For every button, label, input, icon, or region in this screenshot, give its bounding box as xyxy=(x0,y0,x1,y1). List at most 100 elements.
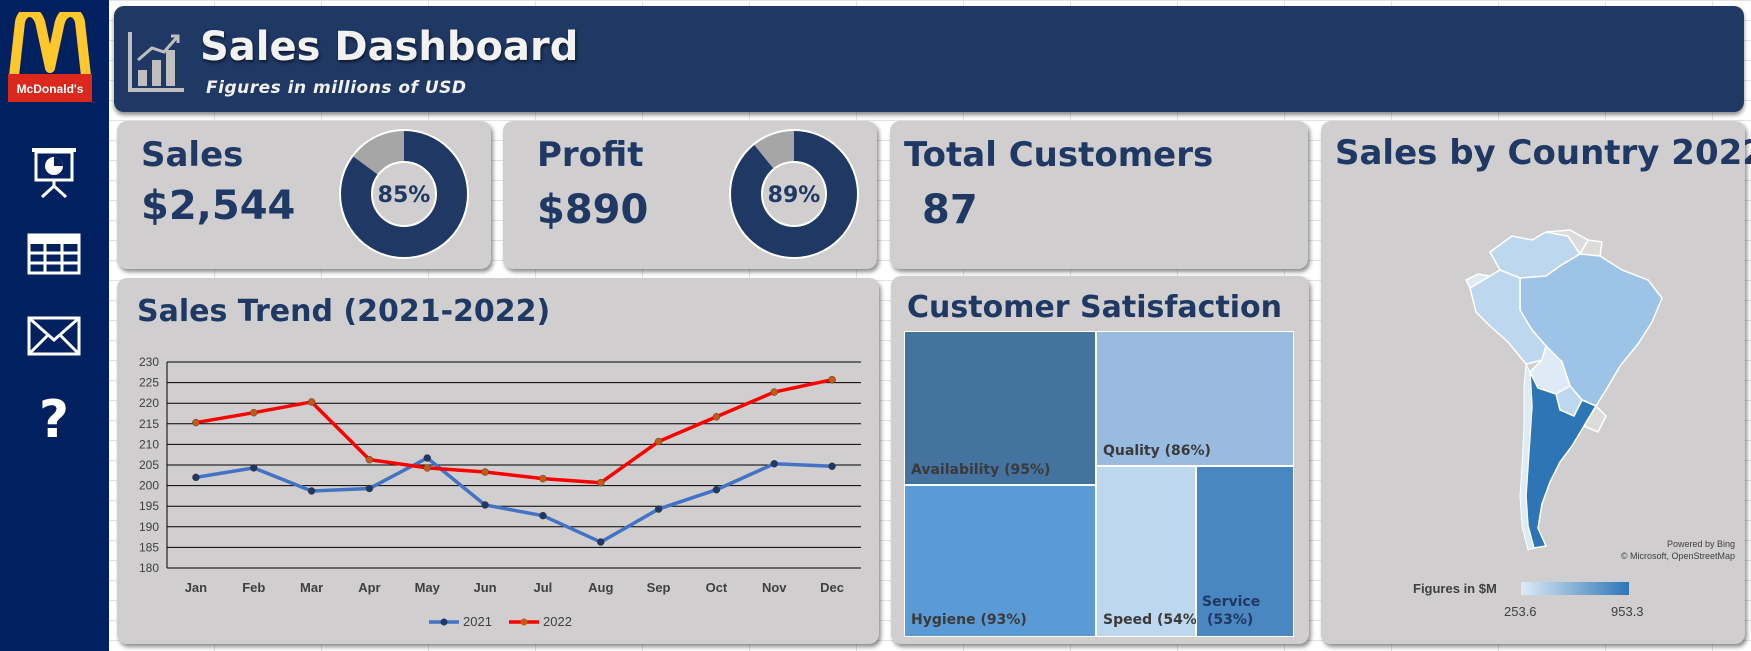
data-point xyxy=(307,398,316,406)
satisfaction-treemap: Availability (95%) Quality (86%) Hygiene… xyxy=(904,331,1294,637)
map-legend-gradient xyxy=(1521,582,1629,595)
y-tick-label: 195 xyxy=(139,499,159,513)
data-point xyxy=(770,460,778,468)
treemap-label: Speed (54%) xyxy=(1103,612,1204,628)
profit-kpi-card: Profit $890 89% xyxy=(503,121,877,269)
dashboard-header: Sales Dashboard Figures in millions of U… xyxy=(114,6,1744,112)
treemap-label: Hygiene (93%) xyxy=(911,612,1027,628)
sidebar-item-presentation[interactable] xyxy=(22,140,86,204)
mcdonalds-logo: McDonald's xyxy=(8,12,92,102)
y-tick-label: 200 xyxy=(139,479,159,493)
treemap-label: Quality (86%) xyxy=(1103,443,1211,459)
y-tick-label: 205 xyxy=(139,458,159,472)
map-credit-line1: Powered by Bing xyxy=(1666,539,1735,549)
data-point xyxy=(597,538,605,546)
sales-trend-card: Sales Trend (2021-2022) 180 185 190 195 200 2… xyxy=(117,278,879,644)
map-credit-line2: © Microsoft, OpenStreetMap xyxy=(1620,551,1735,561)
x-tick-label: May xyxy=(415,580,441,595)
map-legend-min: 253.6 xyxy=(1504,604,1537,619)
y-tick-label: 210 xyxy=(139,437,159,451)
x-tick-label: Feb xyxy=(242,580,265,595)
data-point xyxy=(481,501,489,509)
data-point xyxy=(712,485,721,494)
profit-value: $890 xyxy=(537,187,649,233)
x-tick-label: Jul xyxy=(534,580,553,595)
x-tick-label: Mar xyxy=(300,580,323,595)
sales-donut: 85% xyxy=(339,129,469,259)
y-tick-label: 180 xyxy=(139,561,159,575)
data-point xyxy=(828,462,836,470)
treemap-cell-hygiene[interactable]: Hygiene (93%) xyxy=(904,485,1096,637)
mail-icon xyxy=(27,316,81,356)
treemap-cell-service[interactable]: Service (53%) xyxy=(1196,466,1294,637)
y-tick-label: 220 xyxy=(139,396,159,410)
data-point xyxy=(828,375,836,384)
map-credit: Powered by Bing © Microsoft, OpenStreetM… xyxy=(1621,538,1735,562)
profit-label: Profit xyxy=(537,135,644,175)
sales-value: $2,544 xyxy=(141,183,296,229)
data-point xyxy=(192,418,200,427)
treemap-cell-availability[interactable]: Availability (95%) xyxy=(904,331,1096,485)
data-point xyxy=(712,413,721,421)
sales-label: Sales xyxy=(141,135,244,175)
data-point xyxy=(597,478,605,487)
south-america-map xyxy=(1464,229,1663,551)
sidebar-item-table[interactable] xyxy=(22,222,86,286)
treemap-cell-quality[interactable]: Quality (86%) xyxy=(1096,331,1294,466)
y-tick-label: 185 xyxy=(139,540,159,554)
sidebar: McDonald's ? xyxy=(0,0,109,651)
x-tick-label: Nov xyxy=(762,580,787,595)
treemap-cell-speed[interactable]: Speed (54%) xyxy=(1096,466,1203,637)
x-tick-label: Oct xyxy=(706,580,728,595)
customers-label: Total Customers xyxy=(904,135,1214,175)
treemap-label: Service xyxy=(1202,594,1261,610)
data-point xyxy=(539,474,547,483)
data-point xyxy=(423,464,431,472)
sidebar-item-help[interactable]: ? xyxy=(22,388,86,452)
satisfaction-title: Customer Satisfaction xyxy=(907,290,1283,325)
y-tick-label: 230 xyxy=(139,355,159,369)
treemap-label: Availability (95%) xyxy=(911,462,1051,478)
x-tick-label: Dec xyxy=(820,580,844,595)
data-point xyxy=(770,388,778,396)
data-point xyxy=(423,454,431,462)
x-tick-label: Jan xyxy=(185,580,207,595)
presentation-icon xyxy=(32,148,76,198)
x-tick-label: Sep xyxy=(647,580,671,595)
profit-percent: 89% xyxy=(768,183,821,208)
data-point xyxy=(192,473,200,482)
table-icon xyxy=(27,233,81,275)
customers-kpi-card: Total Customers 87 xyxy=(890,121,1308,269)
legend-label: 2022 xyxy=(543,614,572,629)
legend-label: 2021 xyxy=(463,614,492,629)
map-legend-max: 953.3 xyxy=(1611,604,1644,619)
sidebar-item-mail[interactable] xyxy=(22,304,86,368)
series-line-2021 xyxy=(195,456,833,544)
page-subtitle: Figures in millions of USD xyxy=(206,78,467,98)
sales-trend-chart: 180 185 190 195 200 205 210 215 220 225 230 Jan Feb M… xyxy=(139,355,861,629)
data-point xyxy=(307,487,316,495)
x-tick-label: Apr xyxy=(358,580,380,595)
data-point xyxy=(365,484,374,493)
map-legend-title: Figures in $M xyxy=(1413,581,1497,596)
data-point xyxy=(654,505,663,513)
series-line-2022 xyxy=(195,378,833,485)
sales-percent: 85% xyxy=(378,183,431,208)
data-point xyxy=(250,464,258,472)
customers-value: 87 xyxy=(922,187,978,233)
bar-chart-icon xyxy=(128,32,184,92)
data-point xyxy=(250,408,258,417)
x-tick-label: Jun xyxy=(474,580,497,595)
legend-marker xyxy=(440,618,448,626)
map-title: Sales by Country 2022 xyxy=(1335,133,1751,173)
y-tick-label: 215 xyxy=(139,417,159,431)
logo-text: McDonald's xyxy=(17,82,84,96)
data-point xyxy=(365,455,374,464)
y-tick-label: 225 xyxy=(139,376,159,390)
page-title: Sales Dashboard xyxy=(200,24,579,70)
legend-marker xyxy=(520,618,528,626)
data-point xyxy=(539,511,547,520)
y-tick-label: 190 xyxy=(139,520,159,534)
treemap-label: (53%) xyxy=(1207,612,1254,628)
profit-donut: 89% xyxy=(729,129,859,259)
